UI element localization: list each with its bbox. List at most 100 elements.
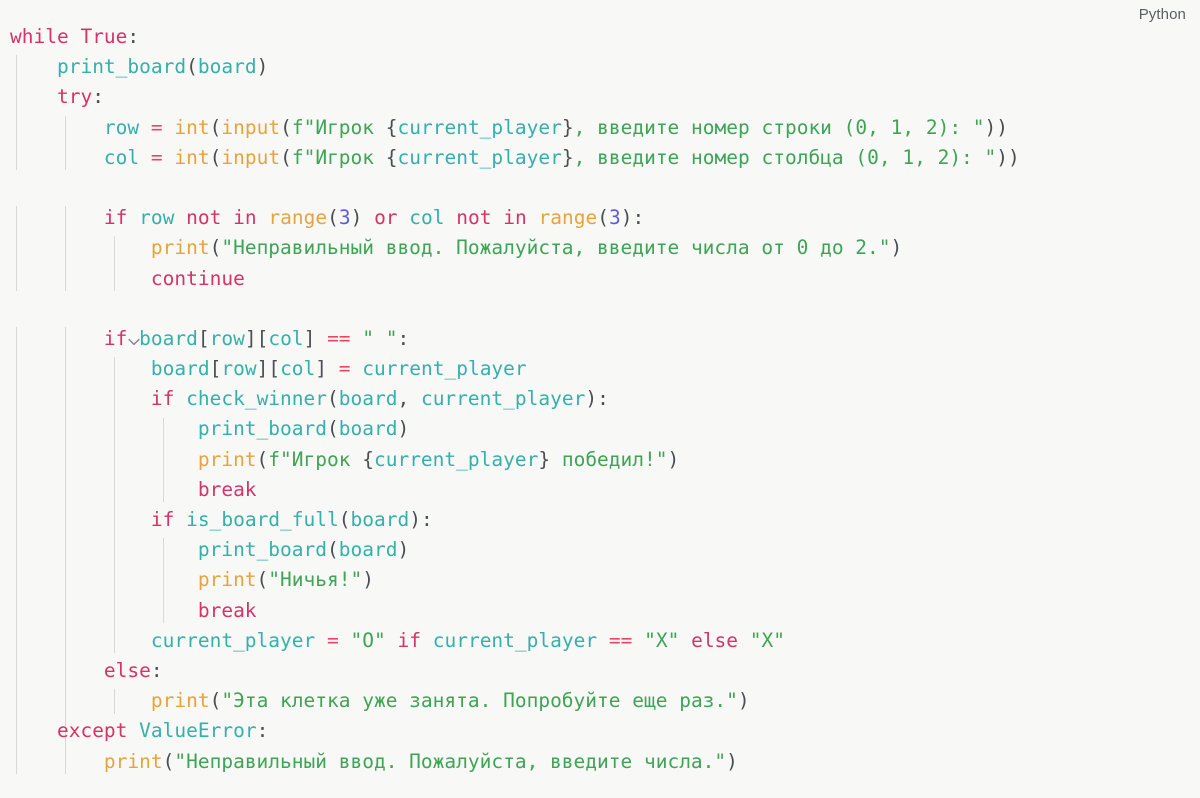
code-line[interactable]: row = int(input(f"Игрок {current_player}… [0, 113, 1200, 143]
code-line[interactable]: if row not in range(3) or col not in ran… [0, 203, 1200, 233]
code-line[interactable]: if board[row][col] == " ": [0, 324, 1200, 354]
code-line[interactable]: continue [0, 264, 1200, 294]
token-punct: } [538, 447, 551, 471]
token-kw: in [233, 206, 257, 230]
token-name: row [221, 357, 257, 381]
token-str: f"Игрок [291, 115, 386, 139]
code-line[interactable]: except ValueError: [0, 716, 1200, 746]
token-punct: ) [397, 538, 410, 562]
code-line[interactable]: print_board(board) [0, 414, 1200, 444]
token-punct: { [362, 447, 374, 471]
token-name: check_winner [186, 387, 328, 411]
code-line[interactable]: board[row][col] = current_player [0, 354, 1200, 384]
token-str: , введите номер строки (0, 1, 2): " [573, 115, 985, 139]
token-punct: ) [726, 749, 738, 773]
token-str: "X" [749, 628, 786, 652]
code-line[interactable]: print("Ничья!") [0, 565, 1200, 595]
token-punct: ): [409, 508, 433, 531]
code-line[interactable]: print_board(board) [0, 52, 1200, 82]
code-line[interactable]: current_player = "O" if current_player =… [0, 626, 1200, 656]
code-content[interactable]: while True: print_board(board) try: row … [0, 22, 1200, 777]
token-name: current_player [362, 357, 527, 381]
token-op: = [338, 357, 351, 381]
code-line[interactable]: else: [0, 656, 1200, 686]
code-line[interactable]: break [0, 596, 1200, 626]
token-fn: print [197, 447, 257, 471]
code-line-text: print("Неправильный ввод. Пожалуйста, вв… [0, 747, 738, 777]
token-kw: not [186, 206, 222, 230]
token-name: board [338, 538, 398, 562]
token-punct: ) [890, 236, 903, 260]
token-fn: int [174, 115, 210, 139]
language-label: Python [1138, 6, 1186, 23]
token-name: current_player [150, 628, 316, 652]
code-line[interactable]: break [0, 475, 1200, 505]
code-line-text: break [0, 475, 257, 505]
code-line[interactable]: print(f"Игрок {current_player} победил!"… [0, 445, 1200, 475]
code-line[interactable]: if check_winner(board, current_player): [0, 384, 1200, 414]
token-name: is_board_full [186, 508, 339, 531]
token-op: == [608, 628, 633, 652]
token-punct: : [92, 85, 104, 109]
code-line[interactable]: print("Неправильный ввод. Пожалуйста, вв… [0, 233, 1200, 263]
token-punct: ( [326, 538, 339, 562]
chevron-down-icon[interactable] [127, 335, 141, 349]
code-line-text: if row not in range(3) or col not in ran… [0, 203, 644, 233]
code-line[interactable]: if is_board_full(board): [0, 505, 1200, 535]
token-punct: ): [620, 206, 645, 230]
token-kw: else [103, 658, 151, 682]
code-line[interactable]: print("Неправильный ввод. Пожалуйста, вв… [0, 747, 1200, 777]
code-line[interactable]: print_board(board) [0, 535, 1200, 565]
token-str: "Ничья!" [268, 568, 363, 592]
token-punct: } [561, 145, 574, 169]
token-punct: ) [256, 55, 269, 79]
code-lines[interactable]: while True: print_board(board) try: row … [0, 22, 1200, 777]
token-punct: { [385, 115, 398, 139]
token-punct: ( [209, 236, 222, 260]
code-line[interactable]: col = int(input(f"Игрок {current_player}… [0, 143, 1200, 173]
code-line-text: print_board(board) [0, 535, 409, 565]
code-line-text: try: [0, 82, 104, 112]
code-line[interactable]: print("Эта клетка уже занята. Попробуйте… [0, 686, 1200, 716]
token-num: 3 [338, 206, 351, 230]
token-punct: ( [327, 206, 339, 230]
token-punct: ) [397, 417, 410, 441]
code-line[interactable] [0, 294, 1200, 324]
token-str: , введите номер столбца (0, 1, 2): " [573, 145, 997, 169]
token-kw: if [103, 326, 128, 350]
code-line[interactable] [0, 173, 1200, 203]
token-str: "X" [644, 628, 680, 652]
token-punct: [ [209, 357, 222, 381]
code-line[interactable]: while True: [0, 22, 1200, 52]
token-fn: print [197, 568, 257, 592]
token-name: board [197, 55, 257, 79]
token-punct: ( [280, 115, 292, 139]
code-line-text: while True: [0, 22, 139, 52]
code-line[interactable]: try: [0, 82, 1200, 112]
token-name: board [338, 387, 398, 411]
token-punct: ): [585, 387, 609, 411]
token-name: current_player [432, 628, 598, 652]
code-line-text: row = int(input(f"Игрок {current_player}… [0, 113, 1008, 143]
token-op: = [150, 115, 163, 139]
token-punct: ) [737, 689, 750, 713]
